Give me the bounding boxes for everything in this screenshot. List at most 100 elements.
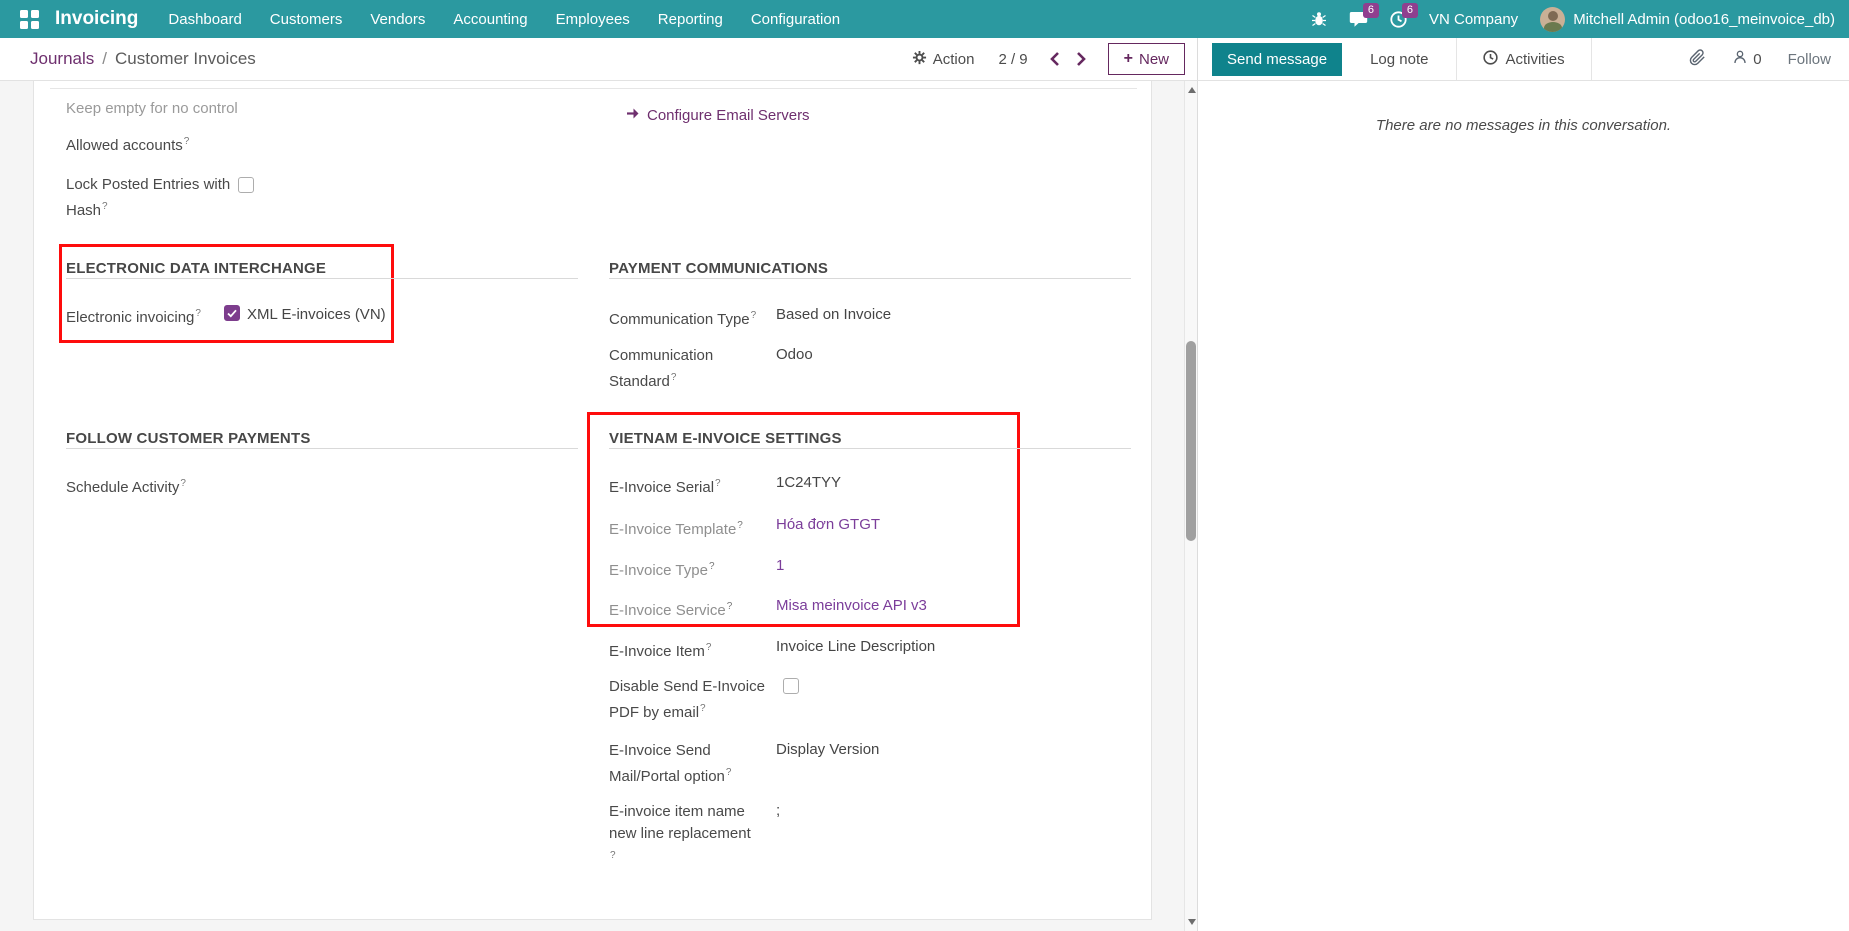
activities-tab-label: Activities — [1505, 51, 1564, 68]
einvoice-item-value: Invoice Line Description — [776, 637, 935, 657]
divider — [1456, 38, 1457, 80]
einvoice-serial-label: E-Invoice Serial? — [609, 473, 776, 499]
follower-count: 0 — [1753, 51, 1761, 68]
vertical-scrollbar[interactable] — [1184, 81, 1197, 931]
odoo-window: Invoicing Dashboard Customers Vendors Ac… — [0, 0, 1849, 931]
top-navbar: Invoicing Dashboard Customers Vendors Ac… — [0, 0, 1849, 38]
nav-item-configuration[interactable]: Configuration — [751, 11, 840, 28]
communication-standard-row: Communication Standard? Odoo — [609, 345, 813, 393]
main-content: Keep empty for no control Allowed accoun… — [0, 81, 1197, 931]
new-button-label: New — [1139, 51, 1169, 68]
configure-email-servers-label: Configure Email Servers — [647, 107, 810, 124]
einvoice-service-row: E-Invoice Service? Misa meinvoice API v3 — [609, 596, 927, 622]
form-sheet: Keep empty for no control Allowed accoun… — [33, 81, 1152, 920]
edi-section-title: ELECTRONIC DATA INTERCHANGE — [66, 260, 326, 277]
new-button[interactable]: + New — [1108, 43, 1185, 75]
payment-section-title: PAYMENT COMMUNICATIONS — [609, 260, 828, 277]
help-marker: ? — [195, 308, 201, 319]
communication-standard-value: Odoo — [776, 345, 813, 365]
help-marker: ? — [737, 520, 743, 531]
activities-tab[interactable]: Activities — [1483, 50, 1564, 69]
einvoice-service-label: E-Invoice Service? — [609, 596, 776, 622]
chatter-toolbar: Send message Log note Activities 0 Follo… — [1197, 38, 1849, 81]
send-message-button[interactable]: Send message — [1212, 43, 1342, 76]
help-marker: ? — [700, 703, 706, 714]
einvoice-service-value[interactable]: Misa meinvoice API v3 — [776, 596, 927, 616]
breadcrumb: Journals / Customer Invoices — [30, 49, 256, 69]
nav-item-dashboard[interactable]: Dashboard — [168, 11, 241, 28]
user-name: Mitchell Admin (odoo16_meinvoice_db) — [1573, 11, 1835, 28]
vietnam-section-title: VIETNAM E-INVOICE SETTINGS — [609, 430, 842, 447]
help-marker: ? — [709, 561, 715, 572]
disable-send-pdf-row: Disable Send E-Invoice PDF by email? — [609, 676, 799, 724]
chatter-panel: There are no messages in this conversati… — [1197, 81, 1849, 931]
help-marker: ? — [715, 478, 721, 489]
messages-icon[interactable]: 6 — [1349, 11, 1368, 28]
communication-type-label: Communication Type? — [609, 305, 776, 331]
scrollbar-up-arrow[interactable] — [1188, 87, 1196, 93]
follow-payments-section-title: FOLLOW CUSTOMER PAYMENTS — [66, 430, 311, 447]
followers-button[interactable]: 0 — [1732, 49, 1761, 69]
send-mail-option-value: Display Version — [776, 740, 879, 760]
send-mail-option-label: E-Invoice Send Mail/Portal option? — [609, 740, 776, 788]
action-label: Action — [933, 51, 975, 68]
nav-item-customers[interactable]: Customers — [270, 11, 343, 28]
help-marker: ? — [184, 136, 190, 147]
einvoice-serial-row: E-Invoice Serial? 1C24TYY — [609, 473, 841, 499]
einvoice-item-row: E-Invoice Item? Invoice Line Description — [609, 637, 935, 663]
section-underline — [66, 448, 578, 449]
attachment-paperclip-icon[interactable] — [1689, 49, 1706, 70]
empty-conversation-message: There are no messages in this conversati… — [1198, 117, 1849, 134]
scrollbar-down-arrow[interactable] — [1188, 919, 1196, 925]
company-switcher[interactable]: VN Company — [1429, 11, 1518, 28]
messages-badge: 6 — [1363, 3, 1379, 18]
breadcrumb-journals[interactable]: Journals — [30, 49, 94, 69]
apps-menu-icon[interactable] — [20, 10, 39, 29]
keep-empty-help-text: Keep empty for no control — [66, 100, 238, 117]
item-name-replacement-label: E-invoice item name new line replacement… — [609, 801, 776, 867]
einvoice-item-label: E-Invoice Item? — [609, 637, 776, 663]
plus-icon: + — [1124, 50, 1133, 68]
log-note-tab[interactable]: Log note — [1370, 51, 1428, 68]
help-marker: ? — [727, 601, 733, 612]
clock-icon — [1483, 50, 1498, 69]
divider — [1591, 38, 1592, 80]
nav-item-accounting[interactable]: Accounting — [453, 11, 527, 28]
control-panel: Journals / Customer Invoices Action 2 / … — [0, 38, 1197, 81]
communication-type-value: Based on Invoice — [776, 305, 891, 325]
debug-bug-icon[interactable] — [1311, 11, 1327, 27]
activities-clock-icon[interactable]: 6 — [1390, 11, 1407, 28]
allowed-accounts-label: Allowed accounts? — [66, 131, 189, 157]
app-name[interactable]: Invoicing — [55, 8, 138, 30]
action-menu-button[interactable]: Action — [912, 50, 975, 69]
electronic-invoicing-label: Electronic invoicing? — [66, 303, 201, 329]
pager-value[interactable]: 2 / 9 — [998, 51, 1027, 68]
lock-posted-entries-checkbox[interactable] — [238, 177, 254, 193]
nav-item-reporting[interactable]: Reporting — [658, 11, 723, 28]
configure-email-servers-link[interactable]: Configure Email Servers — [626, 107, 810, 124]
nav-item-vendors[interactable]: Vendors — [370, 11, 425, 28]
item-name-replacement-row: E-invoice item name new line replacement… — [609, 801, 780, 867]
activities-badge: 6 — [1402, 3, 1418, 18]
einvoice-type-value[interactable]: 1 — [776, 556, 784, 576]
einvoice-type-label: E-Invoice Type? — [609, 556, 776, 582]
nav-item-employees[interactable]: Employees — [556, 11, 630, 28]
einvoice-template-label: E-Invoice Template? — [609, 515, 776, 541]
help-marker: ? — [102, 201, 108, 212]
communication-standard-label: Communication Standard? — [609, 345, 776, 393]
section-underline — [609, 278, 1131, 279]
help-marker: ? — [751, 310, 757, 321]
person-icon — [1732, 49, 1748, 69]
einvoice-template-value[interactable]: Hóa đơn GTGT — [776, 515, 880, 535]
scrollbar-thumb[interactable] — [1186, 341, 1196, 541]
help-marker: ? — [706, 642, 712, 653]
pager-next-icon[interactable] — [1076, 51, 1086, 67]
help-marker: ? — [726, 767, 732, 778]
pager-previous-icon[interactable] — [1050, 51, 1060, 67]
disable-send-pdf-checkbox[interactable] — [783, 678, 799, 694]
arrow-right-icon — [626, 107, 640, 124]
follow-button[interactable]: Follow — [1788, 51, 1831, 68]
xml-einvoices-label: XML E-invoices (VN) — [247, 305, 386, 325]
xml-einvoices-checkbox[interactable] — [224, 305, 240, 321]
user-menu[interactable]: Mitchell Admin (odoo16_meinvoice_db) — [1540, 7, 1835, 32]
